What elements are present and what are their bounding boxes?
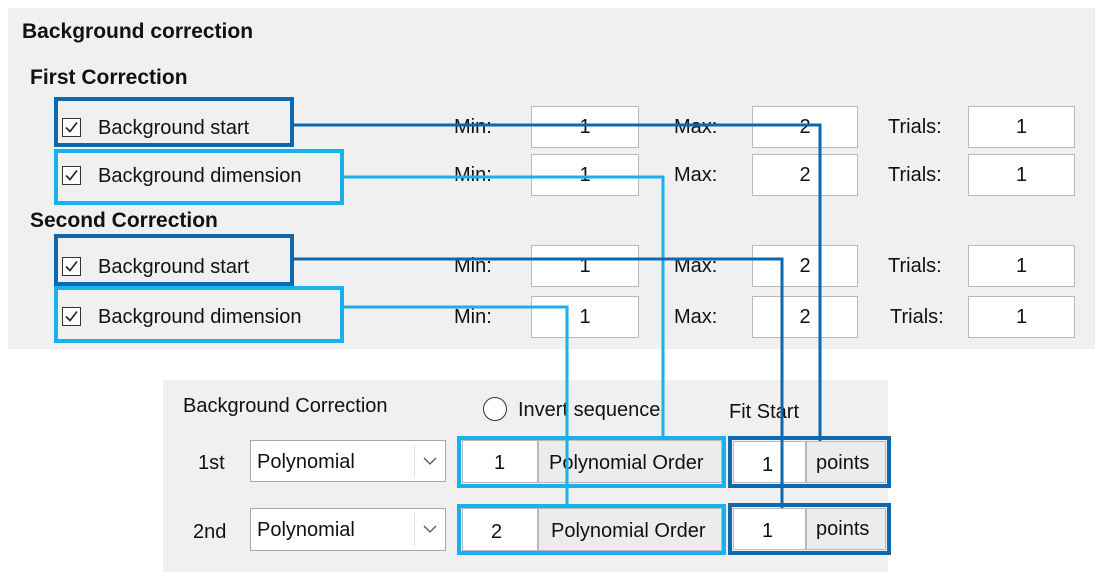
highlight-polynomial-order-2nd [457,504,726,555]
trials-label: Trials: [888,116,942,138]
chevron-down-icon [415,509,445,550]
min-label: Min: [454,164,492,186]
fit-start-label: Fit Start [729,401,800,423]
invert-sequence-label: Invert sequence [518,399,661,421]
method-select-1st[interactable]: Polynomial [250,440,446,482]
first-dimension-max-input[interactable]: 2 [752,154,858,196]
trials-label: Trials: [890,306,944,328]
invert-sequence-radio[interactable]: Invert sequence [483,397,693,423]
first-start-max-input[interactable]: 2 [752,106,858,148]
max-label: Max: [674,306,718,328]
max-label: Max: [674,255,718,277]
bottom-panel-title: Background Correction [183,395,388,417]
radio-unchecked-icon [483,397,507,421]
highlight-fit-start-2nd [728,503,891,555]
second-start-max-input[interactable]: 2 [752,245,858,287]
first-start-trials-input[interactable]: 1 [968,106,1075,148]
first-dimension-trials-input[interactable]: 1 [968,154,1075,196]
first-start-min-input[interactable]: 1 [531,106,639,148]
second-start-trials-input[interactable]: 1 [968,245,1075,287]
row-label-1st: 1st [198,452,225,474]
min-label: Min: [454,255,492,277]
second-dimension-max-input[interactable]: 2 [752,296,858,338]
min-label: Min: [454,306,492,328]
trials-label: Trials: [888,255,942,277]
row-label-2nd: 2nd [193,521,227,543]
second-dimension-min-input[interactable]: 1 [531,296,639,338]
highlight-first-background-start [54,97,294,147]
highlight-polynomial-order-1st [457,436,726,488]
second-dimension-trials-input[interactable]: 1 [968,296,1075,338]
max-label: Max: [674,116,718,138]
select-value: Polynomial [257,519,355,541]
min-label: Min: [454,116,492,138]
highlight-first-background-dimension [54,149,344,205]
highlight-second-background-dimension [54,286,344,343]
panel-title: Background correction [22,20,254,43]
select-value: Polynomial [257,451,355,473]
first-correction-heading: First Correction [30,66,188,89]
second-start-min-input[interactable]: 1 [531,245,639,287]
second-correction-heading: Second Correction [30,209,218,232]
highlight-second-background-start [54,234,294,286]
trials-label: Trials: [888,164,942,186]
highlight-fit-start-1st [728,436,891,488]
max-label: Max: [674,164,718,186]
first-dimension-min-input[interactable]: 1 [531,154,639,196]
method-select-2nd[interactable]: Polynomial [250,508,446,551]
chevron-down-icon [415,441,445,481]
